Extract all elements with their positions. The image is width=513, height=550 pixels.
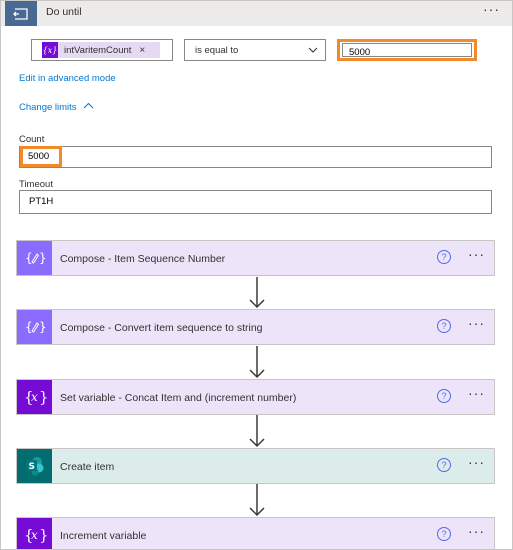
action-card-increment-variable[interactable]: {x} Increment variable ? ··· [16,517,495,549]
svg-text:}: } [39,320,46,334]
action-title: Increment variable [60,530,147,542]
variable-icon: {x} [42,42,58,58]
more-options-icon[interactable]: ··· [468,454,485,470]
compose-icon: {} [17,241,52,275]
remove-token-icon[interactable]: × [139,45,145,56]
sharepoint-icon: S [17,449,52,483]
action-card-compose-sequence[interactable]: {} Compose - Item Sequence Number ? ··· [16,240,495,276]
operator-dropdown[interactable]: is equal to [184,39,326,61]
svg-text:{: { [25,251,33,265]
condition-value-input[interactable]: 5000 [342,43,472,58]
action-title: Set variable - Concat Item and (incremen… [60,392,297,404]
variable-icon: {x} [17,380,52,414]
flow-arrow-icon [249,277,265,309]
do-until-container: Do until ··· {x} intVaritemCount × is eq… [0,0,513,550]
chevron-up-icon [83,102,94,113]
flow-arrow-icon [249,346,265,379]
edit-advanced-mode-link[interactable]: Edit in advanced mode [19,73,116,84]
token-label: intVaritemCount [64,44,132,56]
variable-icon: {x} [17,518,52,549]
count-label: Count [19,134,45,145]
timeout-label: Timeout [19,179,53,190]
compose-icon: {} [17,310,52,344]
svg-text:x: x [31,528,38,542]
condition-value-highlight: 5000 [337,39,477,61]
flow-arrow-icon [249,484,265,517]
more-options-icon[interactable]: ··· [468,315,485,331]
count-value: 5000 [28,151,50,162]
operator-value: is equal to [195,45,239,56]
help-icon[interactable]: ? [437,458,451,472]
more-options-icon[interactable]: ··· [468,523,485,539]
timeout-input[interactable] [19,190,492,214]
chevron-down-icon [307,44,319,59]
help-icon[interactable]: ? [437,527,451,541]
count-input[interactable] [19,146,492,168]
svg-text:}: } [39,251,46,265]
svg-text:x: x [31,390,38,404]
flow-arrow-icon [249,415,265,448]
action-card-compose-convert[interactable]: {} Compose - Convert item sequence to st… [16,309,495,345]
more-options-icon[interactable]: ··· [468,246,485,262]
help-icon[interactable]: ? [437,250,451,264]
change-limits-toggle[interactable]: Change limits [19,102,94,113]
help-icon[interactable]: ? [437,319,451,333]
condition-left-operand[interactable]: {x} intVaritemCount × [31,39,173,61]
svg-text:}: } [39,526,47,544]
do-until-header[interactable]: Do until ··· [1,1,512,26]
variable-token[interactable]: {x} intVaritemCount × [42,42,160,58]
condition-value-text: 5000 [349,47,371,58]
svg-text:S: S [28,462,34,472]
help-icon[interactable]: ? [437,389,451,403]
action-card-create-item[interactable]: S Create item ? ··· [16,448,495,484]
loop-icon [5,1,37,26]
timeout-value: PT1H [29,196,54,207]
svg-text:}: } [39,388,47,406]
header-more-options-icon[interactable]: ··· [483,1,500,17]
more-options-icon[interactable]: ··· [468,385,485,401]
change-limits-label: Change limits [19,102,77,113]
action-title: Compose - Item Sequence Number [60,253,226,265]
action-title: Create item [60,461,115,473]
action-title: Compose - Convert item sequence to strin… [60,322,263,334]
action-card-set-variable[interactable]: {x} Set variable - Concat Item and (incr… [16,379,495,415]
do-until-title: Do until [46,6,82,18]
svg-text:{: { [25,320,33,334]
